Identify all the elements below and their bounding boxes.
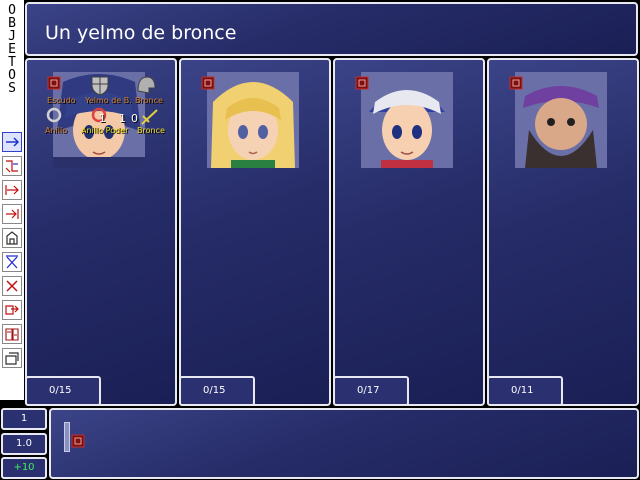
arrow-right-tool-icon: [6, 137, 20, 147]
multiplier-box[interactable]: 1.0: [1, 433, 47, 455]
equip-slot-label: Anillo Poder: [81, 126, 129, 135]
equip-tool-button[interactable]: [2, 228, 22, 248]
transfer-tool-button[interactable]: [2, 300, 22, 320]
item-description-header: Un yelmo de bronce: [25, 2, 638, 56]
equip-count: 1: [119, 112, 126, 125]
tool-sidebar: O B J E T O S: [0, 0, 24, 400]
capacity-counter: 0/15: [179, 376, 255, 406]
equip-slot-label: Bronce: [135, 96, 163, 105]
item-description-title: Un yelmo de bronce: [45, 22, 237, 44]
swap-tool-icon: [5, 160, 18, 173]
helmet-icon: [137, 76, 156, 94]
sort-tool-button[interactable]: [2, 324, 22, 344]
selected-item-icon: [47, 76, 61, 90]
equip-slot-label: Bronce: [137, 126, 165, 135]
increment-box[interactable]: +10: [1, 457, 47, 479]
discard-tool-icon: [6, 280, 18, 292]
window-tool-icon: [5, 352, 19, 365]
party-member-card[interactable]: Escudo Yelmo de B. Bronce 1 1 0 Anillo A…: [25, 58, 177, 406]
unequip-tool-button[interactable]: [2, 252, 22, 272]
transfer-tool-icon: [5, 305, 19, 315]
equip-count: 0: [131, 112, 138, 125]
swap-tool-button[interactable]: [2, 156, 22, 176]
move-to-end-tool-icon: [6, 209, 19, 219]
equip-slot-label: Escudo: [47, 96, 76, 105]
bandana-boy-portrait: [361, 72, 453, 168]
window-tool-button[interactable]: [2, 348, 22, 368]
shield-icon: [91, 76, 109, 96]
selected-item-icon: [509, 76, 523, 90]
bronze-helmet-item-icon[interactable]: [71, 434, 85, 448]
capacity-counter: 0/11: [487, 376, 563, 406]
blonde-girl-portrait: [207, 72, 299, 168]
party-member-card[interactable]: 0/17: [333, 58, 485, 406]
equip-count: 1: [99, 112, 106, 125]
capacity-counter: 0/17: [333, 376, 409, 406]
sword-icon: [141, 109, 158, 125]
selected-item-icon: [355, 76, 369, 90]
discard-tool-button[interactable]: [2, 276, 22, 296]
quantity-box[interactable]: 1: [1, 408, 47, 430]
party-member-card[interactable]: 0/11: [487, 58, 639, 406]
equip-slot-label: Anillo: [45, 126, 68, 135]
label-letter: S: [8, 81, 16, 96]
capacity-counter: 0/15: [25, 376, 101, 406]
arrow-right-tool-button[interactable]: [2, 132, 22, 152]
inventory-panel: [49, 408, 639, 479]
move-to-tool-button[interactable]: [2, 180, 22, 200]
selected-item-icon: [201, 76, 215, 90]
equip-slot-label: Yelmo de B.: [85, 96, 132, 105]
equip-tool-icon: [6, 231, 18, 245]
inventory-cursor: [64, 422, 70, 452]
move-to-tool-icon: [5, 185, 19, 195]
bearded-man-portrait: [515, 72, 607, 168]
move-to-end-tool-button[interactable]: [2, 204, 22, 224]
objetos-vertical-label: O B J E T O S: [2, 4, 22, 95]
party-member-card[interactable]: 0/15: [179, 58, 331, 406]
sort-tool-icon: [5, 328, 19, 341]
unequip-tool-icon: [6, 255, 18, 269]
ring-icon: [46, 107, 62, 123]
